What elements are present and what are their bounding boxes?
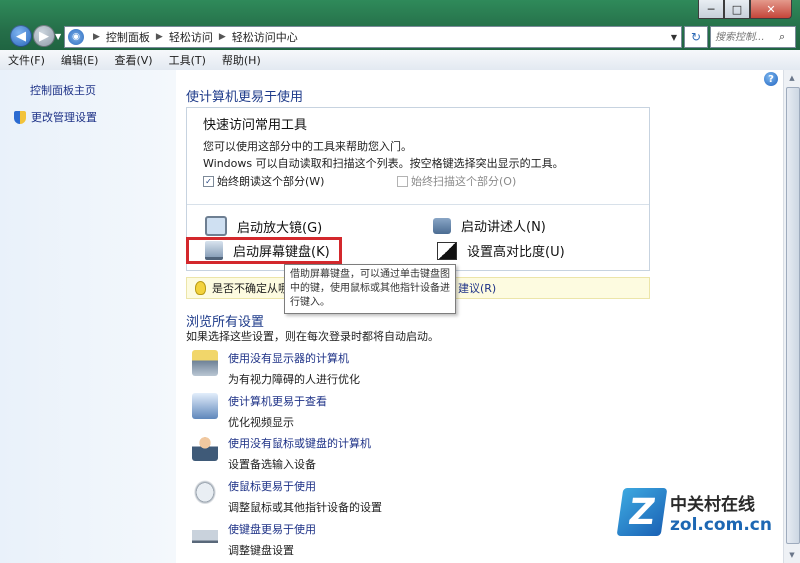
watermark-text: 中关村在线 zol.com.cn bbox=[670, 490, 772, 535]
watermark-cn: 中关村在线 bbox=[670, 494, 755, 515]
maximize-button[interactable]: □ bbox=[724, 0, 750, 19]
setting-link[interactable]: 使鼠标更易于使用 bbox=[228, 478, 382, 494]
start-narrator-label: 启动讲述人(N) bbox=[461, 220, 546, 235]
set-high-contrast-link[interactable]: 设置高对比度(U) bbox=[437, 241, 565, 260]
chevron-right-icon[interactable]: ▶ bbox=[219, 32, 226, 42]
window-controls: ─ □ ✕ bbox=[698, 0, 792, 19]
breadcrumb-ease-of-access-center[interactable]: 轻松访问中心 bbox=[232, 29, 298, 45]
history-dropdown-icon[interactable]: ▼ bbox=[55, 32, 61, 41]
scroll-thumb[interactable] bbox=[786, 87, 800, 544]
list-item: 使用没有显示器的计算机 为有视力障碍的人进行优化 bbox=[192, 350, 360, 387]
start-magnifier-label: 启动放大镜(G) bbox=[237, 220, 323, 236]
arrow-left-icon: ◀ bbox=[16, 28, 26, 44]
address-bar[interactable]: ◉ ▶ 控制面板 ▶ 轻松访问 ▶ 轻松访问中心 ▼ bbox=[64, 26, 682, 48]
refresh-button[interactable]: ↻ bbox=[684, 26, 708, 48]
window: ─ □ ✕ ◀ ▶ ▼ ◉ ▶ 控制面板 ▶ 轻松访问 ▶ 轻松访问中心 ▼ ↻… bbox=[0, 0, 800, 563]
minimize-button[interactable]: ─ bbox=[698, 0, 724, 19]
setting-desc: 为有视力障碍的人进行优化 bbox=[228, 373, 360, 386]
user-icon bbox=[192, 435, 218, 461]
tooltip: 借助屏幕键盘，可以通过单击键盘图中的键，使用鼠标或其他指针设备进行键入。 bbox=[284, 264, 456, 314]
menu-file[interactable]: 文件(F) bbox=[0, 52, 53, 68]
no-display-icon bbox=[192, 350, 218, 376]
sidebar-item-label: 更改管理设置 bbox=[31, 111, 97, 124]
help-icon[interactable]: ? bbox=[764, 72, 778, 86]
menu-bar: 文件(F) 编辑(E) 查看(V) 工具(T) 帮助(H) bbox=[0, 50, 800, 71]
setting-link[interactable]: 使用没有鼠标或键盘的计算机 bbox=[228, 435, 371, 451]
setting-link[interactable]: 使键盘更易于使用 bbox=[228, 521, 316, 537]
always-scan-label: 始终扫描这个部分(O) bbox=[411, 175, 517, 188]
breadcrumb-control-panel[interactable]: 控制面板 bbox=[106, 29, 150, 45]
checkmark-icon: ✓ bbox=[203, 175, 214, 187]
arrow-right-icon: ▶ bbox=[39, 28, 49, 44]
page-title: 使计算机更易于使用 bbox=[186, 90, 304, 105]
close-button[interactable]: ✕ bbox=[750, 0, 792, 19]
watermark-en: zol.com.cn bbox=[670, 514, 772, 535]
scroll-down-icon[interactable]: ▼ bbox=[784, 547, 800, 563]
always-read-checkbox[interactable]: ✓ 始终朗读这个部分(W) bbox=[203, 173, 324, 189]
quick-access-title: 快速访问常用工具 bbox=[203, 118, 308, 133]
breadcrumb-ease-of-access[interactable]: 轻松访问 bbox=[169, 29, 213, 45]
always-read-label: 始终朗读这个部分(W) bbox=[217, 175, 325, 188]
mouse-icon bbox=[192, 478, 218, 504]
setting-link[interactable]: 使计算机更易于查看 bbox=[228, 393, 327, 409]
quick-access-header: 快速访问常用工具 您可以使用这部分中的工具来帮助您入门。 Windows 可以自… bbox=[187, 108, 649, 205]
control-panel-icon: ◉ bbox=[68, 29, 84, 45]
quick-access-instruction: Windows 可以自动读取和扫描这个列表。按空格键选择突出显示的工具。 bbox=[203, 157, 564, 170]
forward-button[interactable]: ▶ bbox=[33, 25, 55, 47]
list-item: 使用没有鼠标或键盘的计算机 设置备选输入设备 bbox=[192, 435, 371, 472]
start-narrator-link[interactable]: 启动讲述人(N) bbox=[433, 216, 546, 235]
search-icon[interactable]: ⌕ bbox=[779, 30, 785, 44]
browse-all-settings-desc: 如果选择这些设置，则在每次登录时都将自动启动。 bbox=[186, 330, 439, 343]
menu-help[interactable]: 帮助(H) bbox=[214, 52, 269, 68]
setting-link[interactable]: 使用没有显示器的计算机 bbox=[228, 350, 360, 366]
recommendation-link[interactable]: 建议(R) bbox=[458, 280, 496, 296]
shield-icon bbox=[14, 110, 26, 124]
back-button[interactable]: ◀ bbox=[10, 25, 32, 47]
chevron-right-icon[interactable]: ▶ bbox=[156, 32, 163, 42]
lightbulb-icon bbox=[195, 281, 206, 295]
highlight-annotation bbox=[186, 237, 342, 264]
start-magnifier-link[interactable]: 启动放大镜(G) bbox=[205, 216, 322, 236]
chevron-down-icon[interactable]: ▼ bbox=[667, 33, 681, 42]
search-box[interactable]: ⌕ bbox=[710, 26, 796, 48]
list-item: 使键盘更易于使用 调整键盘设置 bbox=[192, 521, 316, 558]
easier-to-see-icon bbox=[192, 393, 218, 419]
sidebar-item-change-admin-settings[interactable]: 更改管理设置 bbox=[14, 109, 97, 125]
list-item: 使鼠标更易于使用 调整鼠标或其他指针设备的设置 bbox=[192, 478, 382, 515]
quick-access-intro: 您可以使用这部分中的工具来帮助您入门。 bbox=[203, 140, 412, 153]
setting-desc: 优化视频显示 bbox=[228, 416, 294, 429]
magnifier-icon bbox=[205, 216, 227, 236]
checkbox-empty-icon bbox=[397, 175, 408, 187]
high-contrast-icon bbox=[437, 241, 457, 260]
list-item: 使计算机更易于查看 优化视频显示 bbox=[192, 393, 327, 430]
zol-logo: Z bbox=[616, 488, 668, 536]
breadcrumb: ▶ 控制面板 ▶ 轻松访问 ▶ 轻松访问中心 bbox=[87, 29, 298, 45]
set-high-contrast-label: 设置高对比度(U) bbox=[467, 245, 565, 260]
watermark: Z 中关村在线 zol.com.cn bbox=[616, 488, 772, 536]
refresh-icon: ↻ bbox=[690, 30, 702, 44]
scroll-up-icon[interactable]: ▲ bbox=[784, 70, 800, 86]
title-bar: ─ □ ✕ ◀ ▶ ▼ ◉ ▶ 控制面板 ▶ 轻松访问 ▶ 轻松访问中心 ▼ ↻… bbox=[0, 0, 800, 50]
search-input[interactable] bbox=[711, 30, 779, 44]
vertical-scrollbar[interactable]: ▲ ▼ bbox=[783, 70, 800, 563]
narrator-icon bbox=[433, 217, 451, 234]
setting-desc: 调整键盘设置 bbox=[228, 544, 294, 557]
setting-desc: 设置备选输入设备 bbox=[228, 458, 316, 471]
keyboard-icon bbox=[192, 521, 218, 547]
sidebar-item-control-panel-home[interactable]: 控制面板主页 bbox=[30, 82, 96, 98]
menu-tools[interactable]: 工具(T) bbox=[161, 52, 214, 68]
recommendation-prefix: 是否不确定从哪 bbox=[212, 282, 289, 295]
sidebar: 控制面板主页 更改管理设置 bbox=[0, 70, 176, 563]
menu-edit[interactable]: 编辑(E) bbox=[53, 52, 107, 68]
setting-desc: 调整鼠标或其他指针设备的设置 bbox=[228, 501, 382, 514]
always-scan-checkbox[interactable]: 始终扫描这个部分(O) bbox=[397, 173, 516, 189]
menu-view[interactable]: 查看(V) bbox=[106, 52, 160, 68]
chevron-right-icon: ▶ bbox=[93, 32, 100, 42]
